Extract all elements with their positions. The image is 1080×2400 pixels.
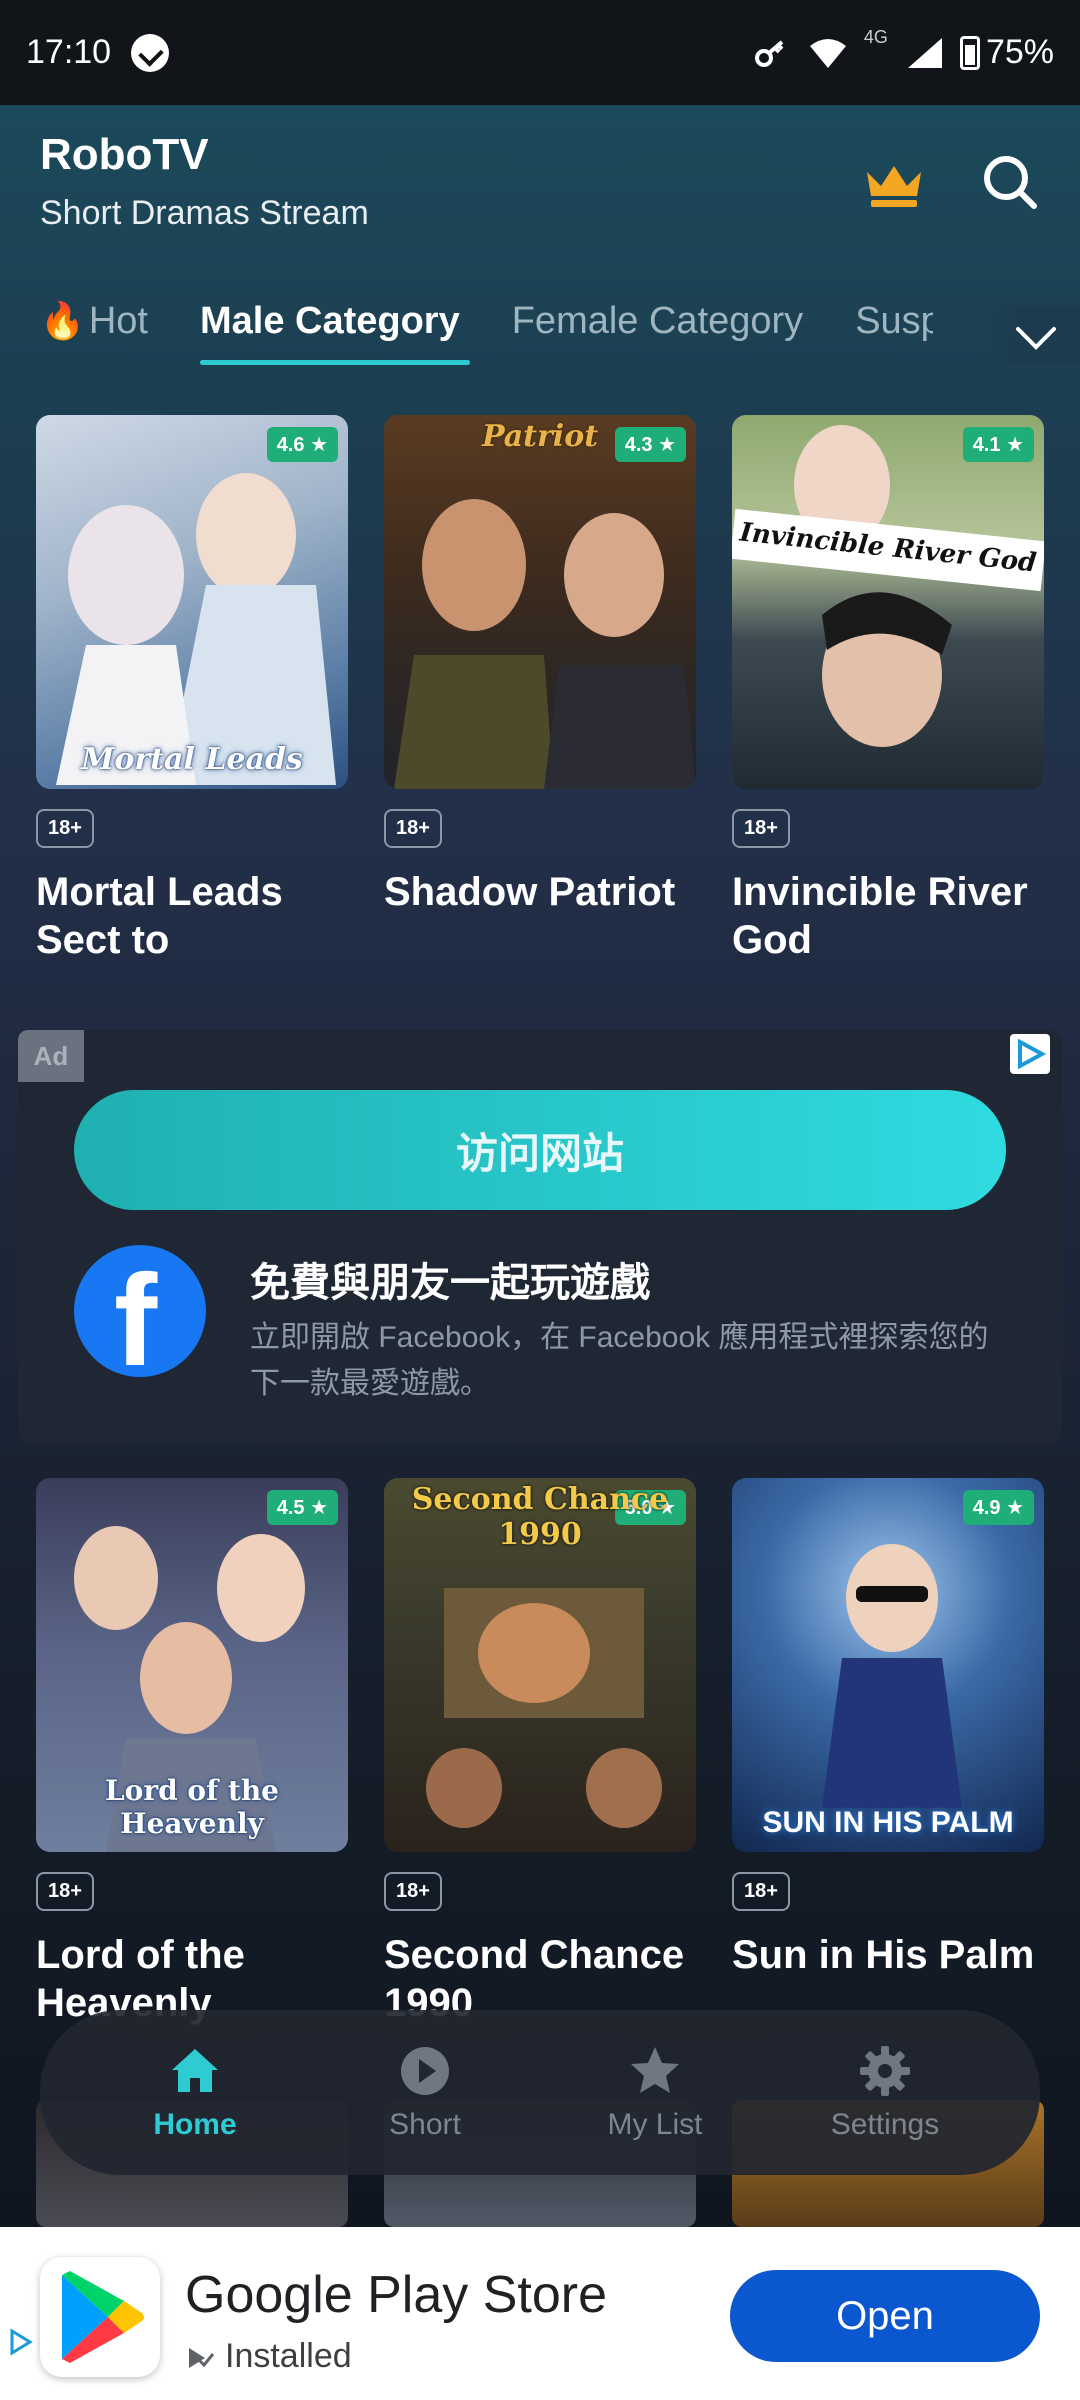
nav-label: Short: [389, 2107, 461, 2141]
poster-art: [394, 499, 696, 789]
poster-title-art: Second Chance 1990: [411, 1482, 669, 1552]
nav-short[interactable]: Short: [325, 2044, 525, 2142]
status-icons: 4G 75%: [752, 27, 1054, 72]
age-rating-badge: 18+: [384, 1872, 442, 1911]
nav-settings[interactable]: Settings: [785, 2044, 985, 2142]
tab-suspense[interactable]: Susp: [855, 300, 933, 365]
banner-install-status: Installed: [185, 2337, 352, 2376]
poster-art: [732, 425, 1044, 747]
play-icon: [401, 2046, 449, 2095]
tab-male-category[interactable]: Male Category: [199, 300, 470, 365]
drama-card[interactable]: 5.0 ★ Second Chance 1990 18+ Second Chan…: [384, 1478, 696, 2027]
poster-art: [822, 1544, 962, 1808]
more-categories-button[interactable]: [984, 305, 1080, 365]
drama-title[interactable]: Mortal Leads Sect to: [36, 868, 348, 964]
drama-poster[interactable]: 4.9 ★ SUN IN HIS PALM: [732, 1478, 1044, 1852]
crown-icon[interactable]: [863, 160, 925, 210]
nav-my-list[interactable]: My List: [555, 2044, 755, 2142]
app-header: RoboTV Short Dramas Stream: [40, 130, 1040, 250]
nav-label: My List: [607, 2107, 703, 2141]
poster-title-art: Lord of the Heavenly: [104, 1774, 279, 1840]
poster-title-art: Patriot: [481, 419, 599, 454]
bottom-navigation: Home Short My List Settings: [40, 2010, 1040, 2175]
drama-grid-row-2: 4.5 ★ Lord of the Heavenly 18+ Lord of t…: [36, 1478, 1046, 2027]
drama-poster[interactable]: 4.5 ★ Lord of the Heavenly: [36, 1478, 348, 1852]
drama-grid-row-1: 4.6 ★ Mortal Leads 18+ Mortal Leads Sect…: [36, 415, 1046, 964]
visit-website-button[interactable]: 访问网站: [74, 1090, 1006, 1210]
age-rating-badge: 18+: [384, 809, 442, 848]
poster-art: [56, 473, 336, 785]
fire-icon: 🔥: [40, 300, 85, 341]
drama-title[interactable]: Sun in His Palm: [732, 1931, 1044, 1979]
tab-female-category[interactable]: Female Category: [512, 300, 803, 365]
chevron-down-icon: [1016, 327, 1056, 350]
star-icon: [631, 2046, 679, 2093]
drama-card[interactable]: 4.3 ★ Patriot 18+ Shadow Patriot: [384, 415, 696, 964]
adchoices-icon[interactable]: [1010, 1034, 1050, 1074]
battery-level: 75%: [985, 33, 1054, 71]
status-time: 17:10: [26, 33, 112, 71]
banner-ad[interactable]: Google Play Store Installed Open: [0, 2227, 1080, 2400]
ad-body-text: 立即開啟 Facebook，在 Facebook 應用程式裡探索您的下一款最愛遊…: [250, 1321, 989, 1400]
home-icon: [172, 2048, 218, 2092]
google-play-logo-icon[interactable]: [40, 2257, 160, 2377]
adchoices-icon[interactable]: [6, 2327, 36, 2357]
open-button[interactable]: Open: [730, 2270, 1040, 2362]
play-triangle-icon: [62, 2271, 144, 2363]
battery-icon: [959, 35, 980, 70]
installed-check-icon: [189, 2347, 215, 2368]
poster-title-art: SUN IN HIS PALM: [762, 1806, 1014, 1839]
cell-signal-icon: [907, 37, 942, 68]
age-rating-badge: 18+: [36, 809, 94, 848]
drama-card[interactable]: 4.6 ★ Mortal Leads 18+ Mortal Leads Sect…: [36, 415, 348, 964]
battery-indicator: 75%: [959, 33, 1054, 72]
poster-title-art: Mortal Leads: [81, 742, 303, 777]
ad-headline[interactable]: 免費與朋友一起玩遊戲: [250, 1250, 650, 1308]
ad-label: Ad: [18, 1030, 84, 1082]
drama-card[interactable]: 4.1 ★ Invincible River God 18+ Invincibl…: [732, 415, 1044, 964]
tab-hot[interactable]: 🔥 Hot: [40, 300, 148, 365]
drama-poster[interactable]: 4.6 ★ Mortal Leads: [36, 415, 348, 789]
drama-card[interactable]: 4.5 ★ Lord of the Heavenly 18+ Lord of t…: [36, 1478, 348, 2027]
facebook-logo-icon[interactable]: f: [74, 1245, 206, 1377]
status-bar: 17:10 4G 75%: [0, 0, 1080, 105]
age-rating-badge: 18+: [732, 809, 790, 848]
age-rating-badge: 18+: [36, 1872, 94, 1911]
rating-badge: 4.9 ★: [962, 1490, 1034, 1525]
drama-poster[interactable]: 4.1 ★ Invincible River God: [732, 415, 1044, 789]
drama-poster[interactable]: 5.0 ★ Second Chance 1990: [384, 1478, 696, 1852]
app-notification-icon: [131, 33, 170, 72]
drama-poster[interactable]: 4.3 ★ Patriot: [384, 415, 696, 789]
search-icon[interactable]: [980, 152, 1040, 212]
nav-home[interactable]: Home: [95, 2044, 295, 2142]
rating-badge: 4.5 ★: [266, 1490, 338, 1525]
native-ad[interactable]: Ad 访问网站 f 免費與朋友一起玩遊戲 立即開啟 Facebook，在 Fac…: [18, 1030, 1062, 1445]
drama-title[interactable]: Invincible River God: [732, 868, 1044, 964]
network-type: 4G: [863, 27, 888, 47]
nav-label: Settings: [830, 2107, 940, 2141]
gear-icon: [860, 2045, 910, 2096]
banner-title[interactable]: Google Play Store: [185, 2265, 607, 2325]
wifi-icon: [809, 38, 846, 68]
rating-badge: 4.1 ★: [962, 427, 1034, 462]
drama-title[interactable]: Shadow Patriot: [384, 868, 696, 916]
nav-label: Home: [153, 2107, 237, 2141]
rating-badge: 4.6 ★: [266, 427, 338, 462]
age-rating-badge: 18+: [732, 1872, 790, 1911]
drama-card[interactable]: 4.9 ★ SUN IN HIS PALM 18+ Sun in His Pal…: [732, 1478, 1044, 2027]
category-tabs: 🔥 Hot Male Category Female Category Susp: [40, 300, 1040, 380]
vpn-key-icon: [754, 39, 784, 67]
